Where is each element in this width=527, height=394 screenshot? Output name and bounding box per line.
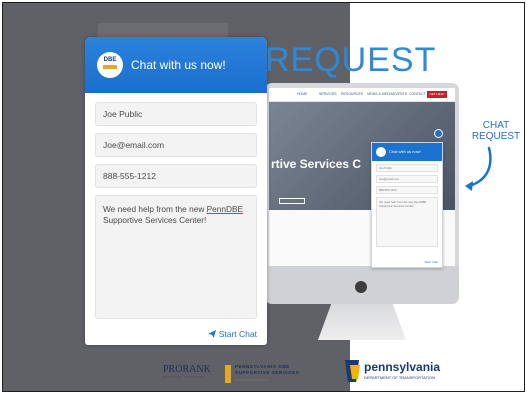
apple-logo-icon: [355, 281, 367, 293]
message-text-start: We need help from the new: [103, 204, 207, 214]
curved-arrow-icon: [465, 146, 492, 191]
nav-item: RESOURCES: [341, 92, 364, 96]
pennsylvania-dbe-logo: PENNSYLVANIA DBE SUPPORTIVE SERVICES Bus…: [225, 363, 337, 385]
nav-item: CONTACT: [409, 92, 426, 96]
chat-header: DBE Chat with us now!: [85, 37, 267, 93]
chat-bubble-icon: [434, 129, 443, 138]
penndot-logo: pennsylvania DEPARTMENT OF TRANSPORTATIO…: [345, 360, 445, 384]
mini-phone-field: 888-555-1212: [376, 186, 438, 194]
message-text-end: Supportive Services Center!: [103, 215, 207, 225]
headline: REQUEST: [265, 41, 437, 79]
mini-chat-title: Chat with us now!: [389, 149, 421, 154]
mini-chat-header: Chat with us now!: [372, 143, 442, 161]
hero-title: rtive Services C: [271, 157, 362, 171]
mini-message-field: We need help from the new PennDBE Suppor…: [376, 197, 438, 247]
start-chat-label: Start Chat: [218, 329, 257, 339]
mini-start-chat: Start Chat: [424, 260, 438, 264]
penndot-name: pennsylvania: [364, 360, 441, 374]
slide-frame: REQUEST HOME SERVICES RESOURCES NEWS & M…: [2, 2, 525, 392]
email-field[interactable]: Joe@email.com: [95, 133, 257, 157]
dbe-logo-icon: DBE: [97, 52, 123, 78]
site-dbe-button: GET HELP: [427, 91, 447, 98]
start-chat-button[interactable]: Start Chat: [208, 329, 257, 339]
ppdbe-line2: SUPPORTIVE SERVICES: [235, 370, 300, 375]
name-field[interactable]: Joe Public: [95, 102, 257, 126]
chat-request-label: CHAT REQUEST: [471, 120, 521, 142]
message-field[interactable]: We need help from the new PennDBE Suppor…: [95, 195, 257, 319]
monitor-stand: [318, 304, 406, 340]
chat-title: Chat with us now!: [131, 58, 226, 72]
penndot-department: DEPARTMENT OF TRANSPORTATION: [364, 375, 436, 380]
mini-chat-widget: Chat with us now! Joe Public Joe@email.c…: [371, 142, 443, 268]
ppdbe-mark-icon: [225, 365, 231, 383]
nav-item: EVENTS: [393, 92, 408, 96]
nav-item: NEWS & MEDIA: [367, 92, 393, 96]
site-nav: HOME SERVICES RESOURCES NEWS & MEDIA EVE…: [269, 88, 455, 102]
phone-field[interactable]: 888-555-1212: [95, 164, 257, 188]
nav-item: HOME: [297, 92, 308, 96]
dbe-logo-text: DBE: [103, 57, 117, 63]
hero-button: [279, 198, 305, 204]
mini-name-field: Joe Public: [376, 164, 438, 172]
mini-email-field: Joe@email.com: [376, 175, 438, 183]
message-penndbe: PennDBE: [206, 204, 244, 214]
prorank-logo: PRORANK BUSINESS SOLUTIONS: [163, 364, 215, 382]
mini-dbe-logo-icon: [376, 147, 386, 157]
send-icon: [208, 330, 217, 338]
prorank-name: PRORANK: [163, 364, 211, 375]
ppdbe-subtitle: Business Solutions Center: [235, 378, 271, 382]
chat-widget: DBE Chat with us now! Joe Public Joe@ema…: [85, 37, 267, 345]
prorank-subtitle: BUSINESS SOLUTIONS: [163, 375, 206, 379]
nav-item: SERVICES: [319, 92, 337, 96]
